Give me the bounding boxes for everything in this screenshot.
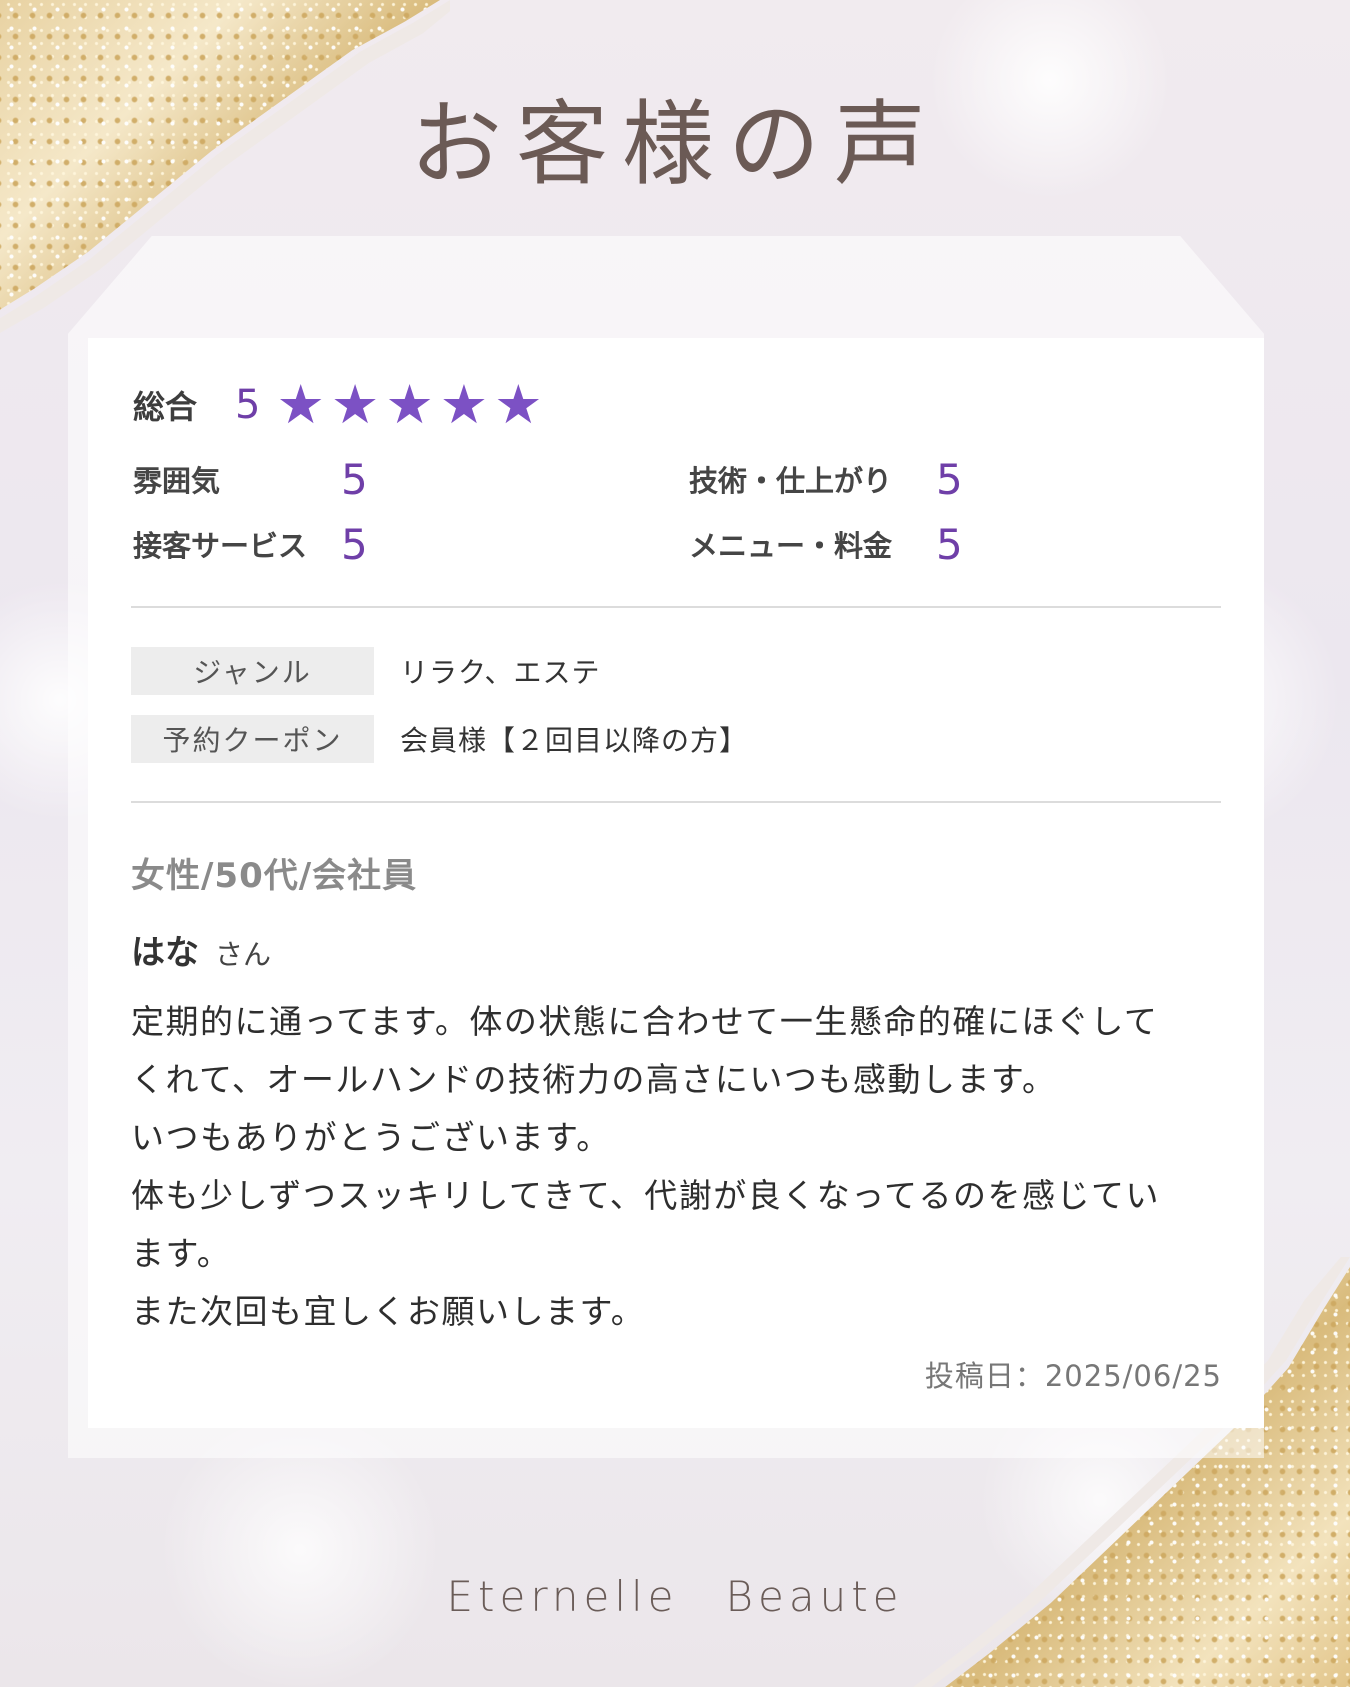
- reviewer-honorific: さん: [215, 938, 272, 971]
- review-body: 定期的に通ってます。体の状態に合わせて一生懸命的確にほぐして くれて、オールハン…: [131, 993, 1221, 1341]
- rating-technique: 技術・仕上がり 5: [689, 454, 963, 504]
- page-title: お客様の声: [409, 91, 940, 198]
- info-genre: ジャンル リラク、エステ: [131, 647, 600, 695]
- review-line: また次回も宜しくお願いします。: [131, 1292, 646, 1331]
- info-coupon: 予約クーポン 会員様【２回目以降の方】: [131, 715, 748, 763]
- reviewer-name-line: はな さん: [131, 925, 271, 974]
- review-line: くれて、オールハンドの技術力の高さにいつも感動します。: [131, 1060, 1057, 1099]
- divider: [131, 606, 1221, 608]
- overall-score: 5: [235, 382, 261, 428]
- brand-name: Eternelle Beaute: [446, 1572, 904, 1621]
- star-icon: ★: [439, 373, 489, 436]
- divider: [131, 801, 1221, 803]
- rating-value: 5: [936, 519, 963, 569]
- star-icon: ★: [494, 373, 543, 436]
- rating-service: 接客サービス 5: [133, 519, 368, 569]
- rating-label: 接客サービス: [133, 529, 308, 563]
- rating-label: 技術・仕上がり: [689, 464, 893, 498]
- info-label: ジャンル: [131, 647, 374, 695]
- reviewer-profile: 女性/50代/会社員: [131, 856, 418, 896]
- rating-label: 雰囲気: [133, 464, 221, 498]
- review-line: 体も少しずつスッキリしてきて、代謝が良くなってるのを感じてい: [131, 1176, 1161, 1215]
- info-label: 予約クーポン: [131, 715, 374, 763]
- rating-label: メニュー・料金: [689, 529, 893, 563]
- overall-rating: 総合 5 ★ ★ ★ ★ ★: [133, 378, 549, 432]
- info-value: リラク、エステ: [400, 656, 601, 689]
- rating-menu-price: メニュー・料金 5: [689, 519, 963, 569]
- star-rating: ★ ★ ★ ★ ★: [276, 378, 548, 432]
- review-card: 総合 5 ★ ★ ★ ★ ★ 雰囲気 5 技術・仕上がり 5 接客サービス 5 …: [88, 338, 1264, 1428]
- star-icon: ★: [330, 373, 380, 436]
- post-date: 投稿日：2025/06/25: [924, 1359, 1222, 1393]
- overall-label: 総合: [133, 388, 198, 426]
- info-value: 会員様【２回目以降の方】: [400, 724, 749, 757]
- review-line: いつもありがとうございます。: [131, 1118, 611, 1157]
- star-icon: ★: [276, 373, 325, 436]
- star-icon: ★: [385, 373, 434, 436]
- reviewer-name: はな: [131, 933, 199, 973]
- review-line: 定期的に通ってます。体の状態に合わせて一生懸命的確にほぐして: [131, 1002, 1159, 1041]
- rating-atmosphere: 雰囲気 5: [133, 454, 368, 504]
- rating-value: 5: [341, 519, 368, 569]
- rating-value: 5: [341, 454, 368, 504]
- review-line: ます。: [131, 1234, 232, 1273]
- rating-value: 5: [936, 454, 963, 504]
